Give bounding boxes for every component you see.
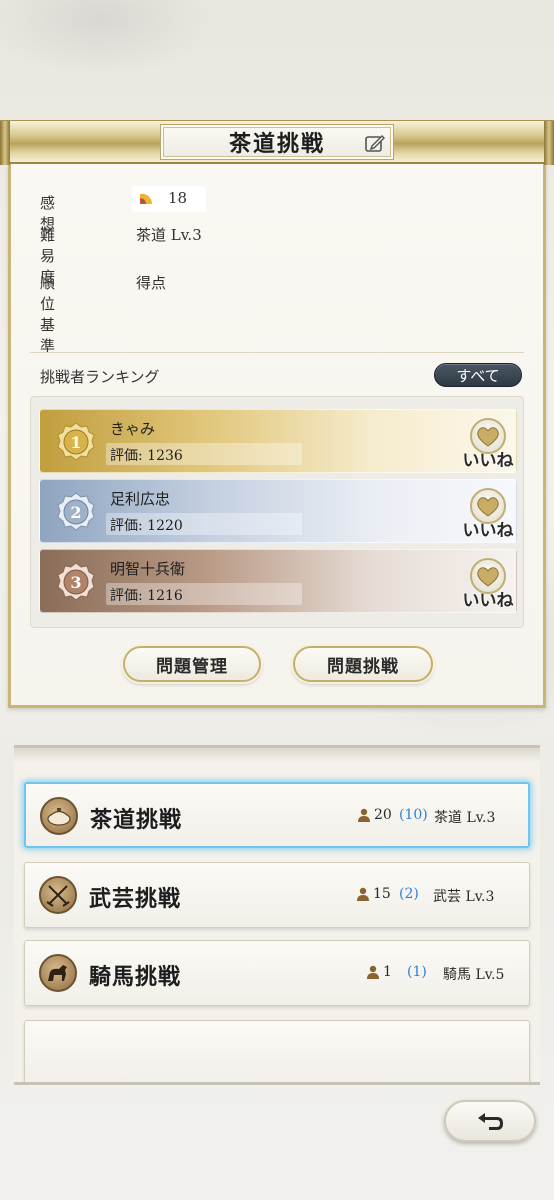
challenge-title: 騎馬挑戦 xyxy=(89,964,182,990)
ranking-score: 評価: 1220 xyxy=(110,518,183,534)
challenge-list[interactable]: 茶道挑戦 20 (10) 茶道 Lv.3 武芸挑戦 15 (2) 武芸 Lv.3 xyxy=(14,745,540,1085)
bronze-medal-icon: 3 xyxy=(57,562,95,601)
challenge-level: 騎馬 Lv.5 xyxy=(443,967,505,983)
participant-count: 1 xyxy=(383,964,392,980)
ranking-title: 挑戦者ランキング xyxy=(40,368,160,386)
crossed-swords-icon xyxy=(39,876,77,914)
challenge-item-martial[interactable]: 武芸挑戦 15 (2) 武芸 Lv.3 xyxy=(24,862,530,928)
svg-text:1: 1 xyxy=(70,433,81,452)
like-button[interactable]: いいね xyxy=(462,486,514,541)
like-button[interactable]: いいね xyxy=(462,556,514,611)
person-icon xyxy=(357,887,369,901)
participant-count: 20 xyxy=(374,807,392,823)
person-icon xyxy=(367,965,379,979)
like-label: いいね xyxy=(462,451,514,471)
ranking-basis-label: 順位基準 xyxy=(40,274,56,355)
gold-medal-icon: 1 xyxy=(57,422,95,461)
person-icon xyxy=(358,808,370,822)
ranking-name: 明智十兵衛 xyxy=(110,560,186,578)
ranking-score: 評価: 1236 xyxy=(110,448,183,464)
like-label: いいね xyxy=(462,521,514,541)
challenge-title: 茶道挑戦 xyxy=(90,807,183,833)
question-count: (2) xyxy=(399,886,419,902)
page-title: 茶道挑戦 xyxy=(228,131,325,157)
like-button[interactable]: いいね xyxy=(462,416,514,471)
ranking-score-box: 評価: 1220 xyxy=(106,513,302,535)
ranking-row-2[interactable]: 2 足利広忠 評価: 1220 いいね xyxy=(39,479,517,543)
impression-value: 18 xyxy=(168,189,188,207)
back-button[interactable] xyxy=(444,1100,536,1142)
question-count: (10) xyxy=(399,807,428,823)
challenge-item-partial[interactable] xyxy=(24,1020,530,1082)
ranking-row-1[interactable]: 1 きゃみ 評価: 1236 いいね xyxy=(39,409,517,473)
fan-icon xyxy=(140,193,153,204)
ranking-basis-value: 得点 xyxy=(136,274,167,292)
challenge-level: 茶道 Lv.3 xyxy=(434,810,496,826)
participant-count: 15 xyxy=(373,886,391,902)
horse-icon xyxy=(39,954,77,992)
silver-medal-icon: 2 xyxy=(57,492,95,531)
ranking-score: 評価: 1216 xyxy=(110,588,183,604)
like-label: いいね xyxy=(462,591,514,611)
difficulty-value: 茶道 Lv.3 xyxy=(136,226,202,244)
edit-icon[interactable] xyxy=(365,133,385,153)
challenge-level: 武芸 Lv.3 xyxy=(433,889,495,905)
challenge-item-tea[interactable]: 茶道挑戦 20 (10) 茶道 Lv.3 xyxy=(24,782,530,848)
return-arrow-icon xyxy=(478,1113,503,1130)
svg-text:2: 2 xyxy=(70,503,81,522)
ranking-name: きゃみ xyxy=(110,420,156,438)
impression-box: 18 xyxy=(132,186,206,212)
challenge-question-button[interactable]: 問題挑戦 xyxy=(293,646,433,682)
ranking-score-box: 評価: 1216 xyxy=(106,583,302,605)
list-top-shade xyxy=(14,748,540,762)
challenge-title: 武芸挑戦 xyxy=(89,886,182,912)
manage-questions-button[interactable]: 問題管理 xyxy=(123,646,261,682)
ranking-row-3[interactable]: 3 明智十兵衛 評価: 1216 いいね xyxy=(39,549,517,613)
title-plate: 茶道挑戦 xyxy=(160,124,394,160)
challenge-item-horse[interactable]: 騎馬挑戦 1 (1) 騎馬 Lv.5 xyxy=(24,940,530,1006)
ranking-score-box: 評価: 1236 xyxy=(106,443,302,465)
section-divider xyxy=(30,352,524,353)
show-all-button[interactable]: すべて xyxy=(434,363,522,387)
challenge-detail-scroll: 茶道挑戦 感想 18 難易度 茶道 Lv.3 順位基準 得点 挑戦者ランキング … xyxy=(0,118,554,708)
ranking-name: 足利広忠 xyxy=(110,490,171,508)
ranking-list: 1 きゃみ 評価: 1236 いいね 2 足利広忠 評価: 1220 いいね 3… xyxy=(30,396,524,628)
question-count: (1) xyxy=(407,964,427,980)
tea-bowl-icon xyxy=(40,797,78,835)
svg-text:3: 3 xyxy=(70,573,81,592)
